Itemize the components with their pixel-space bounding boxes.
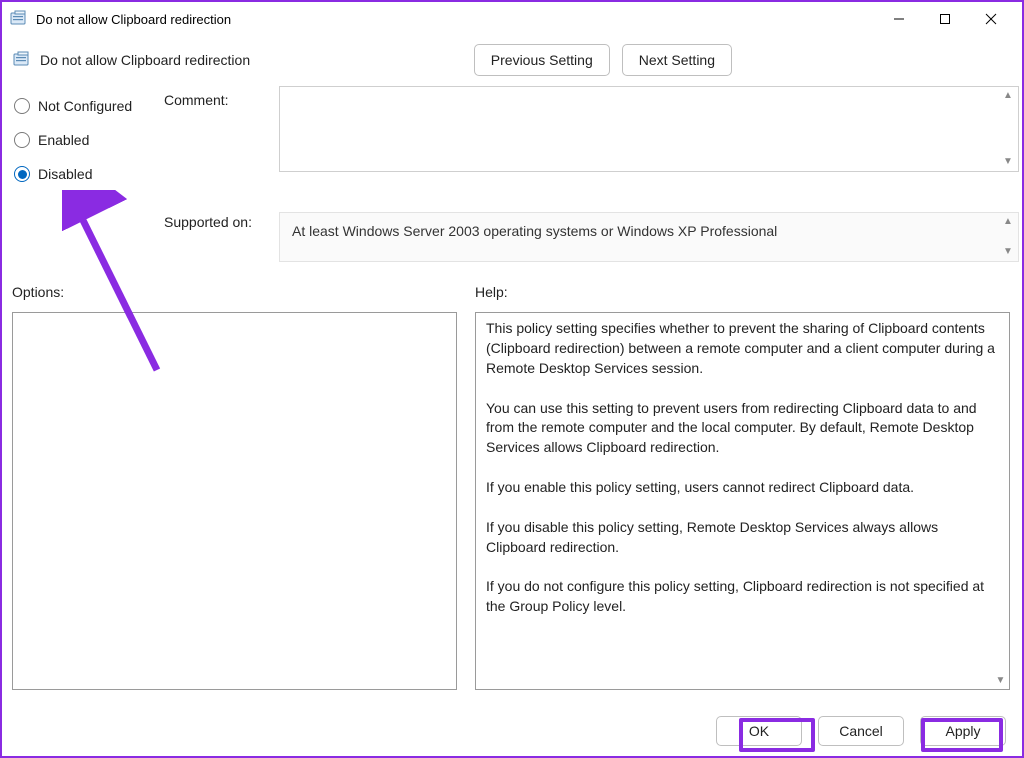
options-box (12, 312, 457, 690)
radio-enabled[interactable]: Enabled (14, 132, 164, 148)
scroll-up-icon[interactable]: ▲ (1001, 89, 1015, 103)
state-radio-group: Not Configured Enabled Disabled (14, 86, 164, 200)
supported-on-value: At least Windows Server 2003 operating s… (292, 223, 777, 239)
scroll-up-icon[interactable]: ▲ (1001, 215, 1015, 229)
footer-buttons: OK Cancel Apply (716, 716, 1006, 746)
lower-area: Options: Help: This policy setting speci… (2, 262, 1022, 690)
close-button[interactable] (968, 4, 1014, 34)
nav-buttons: Previous Setting Next Setting (474, 44, 732, 76)
maximize-button[interactable] (922, 4, 968, 34)
apply-button[interactable]: Apply (920, 716, 1006, 746)
radio-icon (14, 166, 30, 182)
help-box: This policy setting specifies whether to… (475, 312, 1010, 690)
radio-icon (14, 98, 30, 114)
close-icon (985, 13, 997, 25)
policy-icon (10, 10, 28, 28)
minimize-icon (893, 13, 905, 25)
minimize-button[interactable] (876, 4, 922, 34)
ok-button[interactable]: OK (716, 716, 802, 746)
policy-icon (12, 50, 32, 70)
scroll-down-icon: ▼ (992, 675, 1009, 689)
help-text: This policy setting specifies whether to… (486, 319, 999, 617)
next-setting-button[interactable]: Next Setting (622, 44, 732, 76)
radio-icon (14, 132, 30, 148)
supported-on-box: At least Windows Server 2003 operating s… (279, 212, 1019, 262)
radio-label: Disabled (38, 166, 92, 182)
radio-label: Not Configured (38, 98, 132, 114)
radio-disabled[interactable]: Disabled (14, 166, 164, 182)
help-label: Help: (475, 284, 1010, 300)
upper-area: Not Configured Enabled Disabled Comment:… (2, 86, 1022, 262)
policy-title: Do not allow Clipboard redirection (40, 52, 250, 68)
radio-label: Enabled (38, 132, 89, 148)
supported-on-label: Supported on: (164, 208, 279, 262)
maximize-icon (939, 13, 951, 25)
options-section: Options: (12, 284, 457, 690)
scroll-down-icon[interactable]: ▼ (1001, 245, 1015, 259)
help-scrollbar[interactable]: ▼ (992, 313, 1009, 689)
header-strip: Do not allow Clipboard redirection Previ… (2, 36, 1022, 86)
window-title: Do not allow Clipboard redirection (36, 12, 231, 27)
comment-label: Comment: (164, 86, 279, 172)
comment-textarea[interactable]: ▲ ▼ (279, 86, 1019, 172)
radio-not-configured[interactable]: Not Configured (14, 98, 164, 114)
scroll-down-icon[interactable]: ▼ (1001, 155, 1015, 169)
window-controls (876, 4, 1014, 34)
cancel-button[interactable]: Cancel (818, 716, 904, 746)
help-section: Help: This policy setting specifies whet… (475, 284, 1010, 690)
previous-setting-button[interactable]: Previous Setting (474, 44, 610, 76)
options-label: Options: (12, 284, 457, 300)
titlebar: Do not allow Clipboard redirection (2, 2, 1022, 36)
